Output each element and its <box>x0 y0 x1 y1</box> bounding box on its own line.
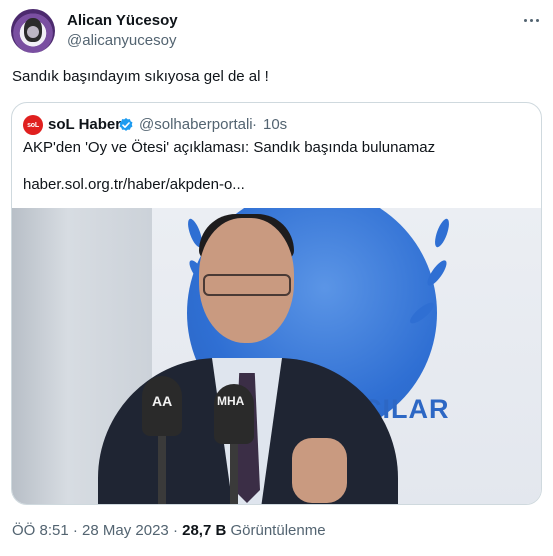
image-hand <box>292 438 347 503</box>
quoted-avatar-text: soL <box>27 121 39 129</box>
image-mic-stem <box>230 438 238 504</box>
quoted-author-handle[interactable]: @solhaberportali <box>139 116 253 133</box>
tweet: Alican Yücesoy @alicanyucesoy Sandık baş… <box>0 0 553 556</box>
image-mic-center-label: MHA <box>217 394 245 408</box>
meta-separator: · <box>168 522 183 539</box>
author-avatar[interactable] <box>11 9 55 53</box>
views-label: Görüntülenme <box>226 522 326 539</box>
tweet-meta: ÖÖ 8:51 · 28 May 2023 · 28,7 B Görüntüle… <box>12 522 326 539</box>
quoted-tweet-text: AKP'den 'Oy ve Ötesi' açıklaması: Sandık… <box>23 139 436 156</box>
author-handle[interactable]: @alicanyucesoy <box>67 32 176 49</box>
quoted-separator: · <box>252 116 257 133</box>
image-mic-stem <box>158 428 166 504</box>
meta-separator: · <box>68 522 83 539</box>
author-display-name[interactable]: Alican Yücesoy <box>67 12 178 29</box>
tweet-date[interactable]: 28 May 2023 <box>82 522 169 539</box>
quoted-tweet-card[interactable]: soL soL Haber @solhaberportali · 10s AKP… <box>11 102 542 505</box>
quoted-author-avatar[interactable]: soL <box>23 115 43 135</box>
verified-badge-icon <box>119 118 133 131</box>
quoted-timestamp[interactable]: 10s <box>263 116 287 133</box>
image-mic-left-label: AA <box>152 393 173 409</box>
image-glasses <box>203 274 291 296</box>
more-options-icon[interactable] <box>519 12 543 28</box>
quoted-link[interactable]: haber.sol.org.tr/haber/akpden-o... <box>23 176 245 193</box>
quoted-author-name[interactable]: soL Haber <box>48 116 121 133</box>
views-count[interactable]: 28,7 B <box>182 522 226 539</box>
tweet-text: Sandık başındayım sıkıyosa gel de al ! <box>12 68 269 85</box>
tweet-time[interactable]: ÖÖ 8:51 <box>12 522 69 539</box>
image-mic-center <box>214 384 254 444</box>
image-leaf <box>432 217 452 249</box>
quoted-media-image[interactable]: CILAR AA MHA <box>12 208 541 504</box>
avatar-portrait <box>24 18 42 42</box>
